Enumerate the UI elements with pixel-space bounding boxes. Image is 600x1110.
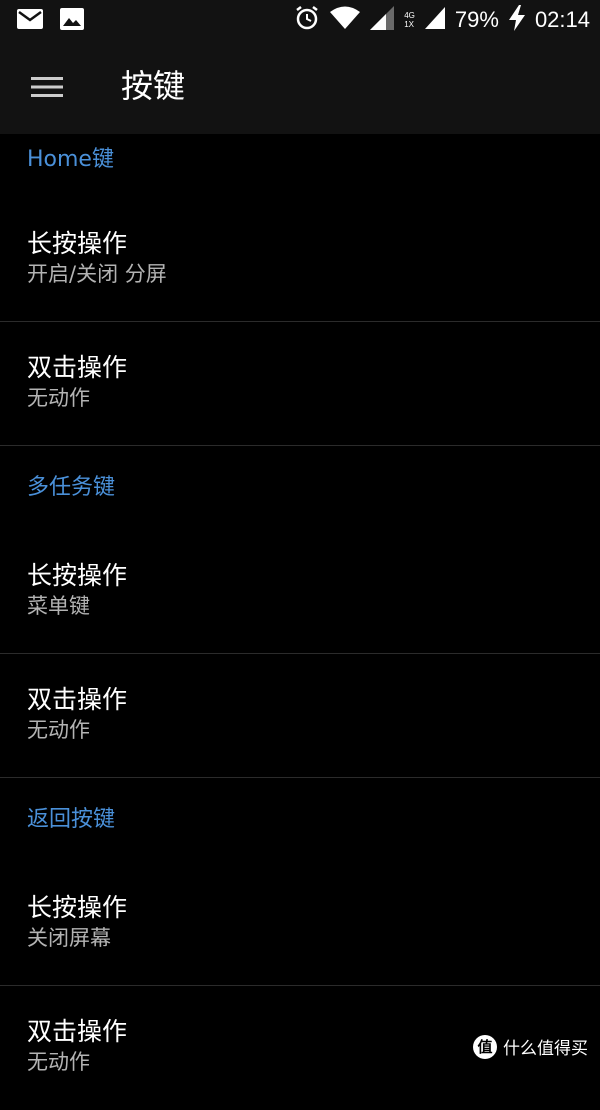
watermark-text: 什么值得买 [503,1039,588,1059]
setting-value: 关闭屏幕 [27,926,111,950]
section-header-recents: 多任务键 [27,475,116,500]
section-header-back: 返回按键 [27,807,116,832]
watermark-logo-icon: 值 [473,1034,497,1059]
network-type-top: 4G [404,11,415,20]
setting-title: 双击操作 [27,685,128,714]
status-bar: 4G 1X 79% 02:14 [0,0,600,40]
watermark: 值 什么值得买 [469,1032,592,1061]
alarm-icon [294,5,320,35]
battery-percent: 79% [454,7,499,32]
signal-icon [370,6,395,34]
wifi-icon [330,6,361,34]
setting-title: 长按操作 [27,893,128,922]
setting-title: 长按操作 [27,229,128,258]
settings-list: Home键 长按操作 开启/关闭 分屏 双击操作 无动作 多任务键 长按操作 菜… [0,134,600,1110]
setting-title: 长按操作 [27,561,128,590]
mail-icon [17,9,43,33]
setting-value: 开启/关闭 分屏 [27,262,167,286]
network-type: 4G 1X [404,11,415,29]
status-right: 4G 1X 79% 02:14 [294,5,590,35]
clock: 02:14 [534,7,590,32]
network-type-bottom: 1X [404,20,415,29]
setting-title: 双击操作 [27,353,128,382]
image-icon [60,8,84,34]
battery-charging-icon [508,5,525,35]
status-left [17,8,84,34]
setting-value: 菜单键 [27,594,90,618]
app-bar: 按键 [0,40,600,134]
setting-recents-double-tap[interactable]: 双击操作 无动作 [0,654,600,778]
setting-recents-long-press[interactable]: 长按操作 菜单键 [0,528,600,654]
page-title: 按键 [121,67,186,105]
section-header-home: Home键 [27,147,114,172]
setting-home-double-tap[interactable]: 双击操作 无动作 [0,322,600,446]
setting-value: 无动作 [27,386,90,410]
setting-value: 无动作 [27,718,90,742]
setting-back-long-press[interactable]: 长按操作 关闭屏幕 [0,860,600,986]
hamburger-menu-icon[interactable] [31,77,63,97]
setting-home-long-press[interactable]: 长按操作 开启/关闭 分屏 [0,186,600,322]
signal-icon-secondary [424,7,445,33]
